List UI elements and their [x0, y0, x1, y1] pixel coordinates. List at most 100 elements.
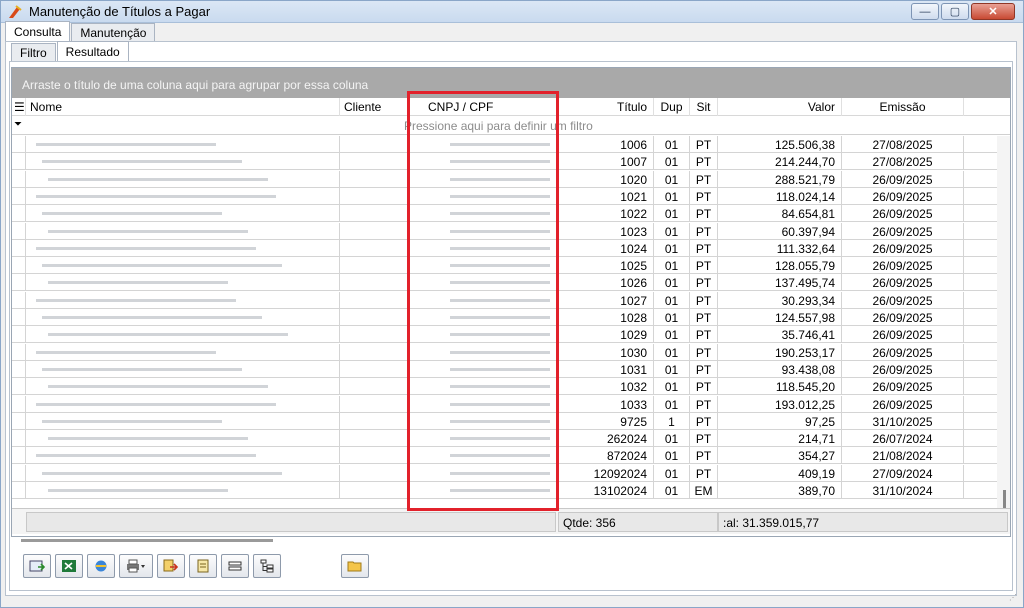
- redacted-name: [48, 437, 248, 441]
- cell-cliente: [340, 482, 410, 499]
- cell-cliente: [340, 170, 410, 188]
- cell-valor: 111.332,64: [718, 239, 842, 257]
- filter-icon[interactable]: ⏷: [14, 119, 22, 130]
- cell-nome: [26, 274, 340, 292]
- cell-dup: 01: [654, 205, 690, 223]
- column-header-titulo[interactable]: Título: [558, 98, 654, 116]
- row-indicator: [12, 482, 26, 499]
- cell-emissao: 26/09/2025: [842, 205, 964, 223]
- maximize-button[interactable]: ▢: [941, 3, 969, 20]
- redacted-name: [48, 229, 248, 233]
- scrollbar-thumb[interactable]: [1003, 490, 1006, 508]
- cell-dup: 01: [654, 291, 690, 309]
- cell-valor: 118.024,14: [718, 187, 842, 205]
- title-bar: Manutenção de Títulos a Pagar — ▢ ✕: [1, 1, 1023, 23]
- folder-icon: [347, 561, 362, 572]
- cell-emissao: 26/07/2024: [842, 430, 964, 448]
- cell-valor: 214.244,70: [718, 153, 842, 171]
- cell-sit: PT: [690, 205, 718, 223]
- browser-icon: [95, 560, 107, 572]
- row-indicator: [12, 309, 26, 326]
- cell-dup: 01: [654, 343, 690, 361]
- redacted-name: [42, 160, 242, 164]
- open-folder-button[interactable]: [341, 554, 369, 578]
- cell-nome: [26, 412, 340, 430]
- row-indicator: [12, 274, 26, 292]
- cell-nome: [26, 136, 340, 153]
- redacted-name: [42, 212, 222, 216]
- redacted-name: [42, 264, 282, 268]
- cell-emissao: 26/09/2025: [842, 274, 964, 292]
- print-icon: [127, 559, 145, 573]
- export-button[interactable]: [157, 554, 185, 578]
- cell-emissao: 31/10/2025: [842, 412, 964, 430]
- column-header-sit[interactable]: Sit: [690, 98, 718, 116]
- redacted-name: [42, 367, 242, 371]
- new-record-button[interactable]: [23, 554, 51, 578]
- cell-titulo: 1033: [558, 395, 654, 413]
- cell-cliente: [340, 326, 410, 344]
- cell-titulo: 1023: [558, 222, 654, 240]
- cell-dup: 01: [654, 464, 690, 482]
- cell-cliente: [340, 222, 410, 240]
- redacted-name: [36, 454, 256, 458]
- cell-nome: [26, 360, 340, 378]
- browser-button[interactable]: [87, 554, 115, 578]
- tab-filtro[interactable]: Filtro: [11, 43, 56, 61]
- column-header-emissao[interactable]: Emissão: [842, 98, 964, 116]
- column-chooser-icon[interactable]: ☰: [12, 98, 26, 116]
- column-header-dup[interactable]: Dup: [654, 98, 690, 116]
- close-button[interactable]: ✕: [971, 3, 1015, 20]
- horizontal-scrollbar[interactable]: [21, 539, 273, 542]
- tab-manutencao[interactable]: Manutenção: [71, 23, 156, 41]
- cell-titulo: 1026: [558, 274, 654, 292]
- cell-dup: 01: [654, 430, 690, 448]
- cell-cliente: [340, 343, 410, 361]
- cell-sit: PT: [690, 430, 718, 448]
- cell-valor: 409,19: [718, 464, 842, 482]
- cell-emissao: 26/09/2025: [842, 187, 964, 205]
- cell-titulo: 1030: [558, 343, 654, 361]
- redacted-name: [48, 177, 268, 181]
- row-indicator: [12, 464, 26, 482]
- vertical-scrollbar[interactable]: [997, 136, 1010, 508]
- cell-nome: [26, 378, 340, 396]
- cell-cliente: [340, 257, 410, 275]
- tree-button[interactable]: [253, 554, 281, 578]
- tab-consulta[interactable]: Consulta: [5, 21, 71, 41]
- cell-cliente: [340, 239, 410, 257]
- layout-button[interactable]: [221, 554, 249, 578]
- column-header-cliente[interactable]: Cliente: [340, 98, 410, 116]
- redacted-name: [48, 489, 228, 492]
- cell-sit: PT: [690, 222, 718, 240]
- cell-valor: 193.012,25: [718, 395, 842, 413]
- cell-nome: [26, 447, 340, 465]
- row-indicator: [12, 205, 26, 223]
- cell-cliente: [340, 447, 410, 465]
- cell-emissao: 26/09/2025: [842, 360, 964, 378]
- column-header-nome[interactable]: Nome: [26, 98, 340, 116]
- cell-emissao: 26/09/2025: [842, 326, 964, 344]
- cell-cliente: [340, 430, 410, 448]
- cell-emissao: 26/09/2025: [842, 343, 964, 361]
- cell-cliente: [340, 274, 410, 292]
- document-button[interactable]: [189, 554, 217, 578]
- minimize-button[interactable]: —: [911, 3, 939, 20]
- row-indicator: [12, 222, 26, 240]
- column-header-valor[interactable]: Valor: [718, 98, 842, 116]
- excel-button[interactable]: [55, 554, 83, 578]
- row-indicator: [12, 187, 26, 205]
- cell-dup: 01: [654, 360, 690, 378]
- print-button[interactable]: [119, 554, 153, 578]
- cell-valor: 118.545,20: [718, 378, 842, 396]
- row-indicator: [12, 326, 26, 344]
- cell-nome: [26, 482, 340, 499]
- footer-count: Qtde: 356: [558, 512, 718, 532]
- cell-sit: PT: [690, 412, 718, 430]
- cell-dup: 01: [654, 482, 690, 499]
- tab-resultado[interactable]: Resultado: [56, 41, 129, 61]
- cell-sit: PT: [690, 309, 718, 326]
- cell-valor: 93.438,08: [718, 360, 842, 378]
- footer-spacer: [26, 512, 556, 532]
- resize-grip-icon[interactable]: ⋰: [1009, 593, 1019, 603]
